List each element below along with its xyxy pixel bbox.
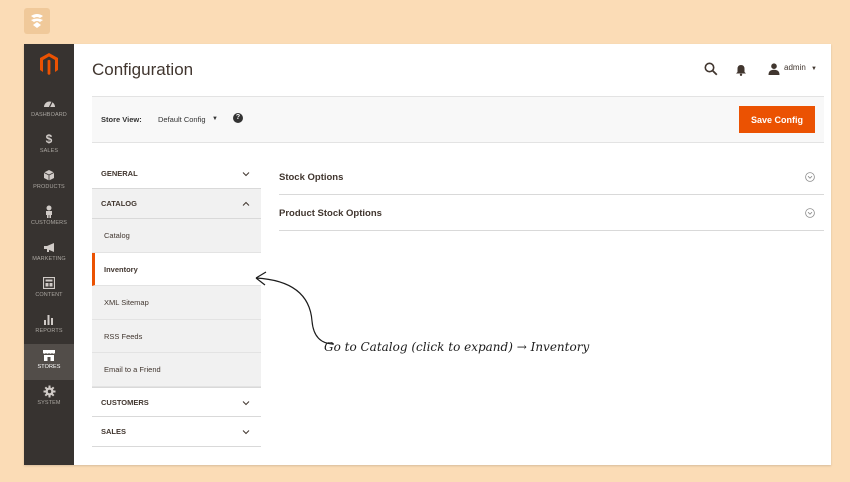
nav-label: CONTENT	[35, 292, 63, 298]
chevron-up-icon	[242, 201, 250, 206]
nav-label: DASHBOARD	[31, 112, 67, 118]
nav-label: REPORTS	[35, 328, 63, 334]
expand-circle-icon	[805, 208, 815, 218]
section-title: Product Stock Options	[279, 208, 382, 219]
store-view-select[interactable]: Default Config	[158, 115, 206, 124]
nav-label: PRODUCTS	[33, 184, 65, 190]
tree-group-label: CATALOG	[101, 199, 137, 208]
bar-chart-icon	[42, 312, 56, 326]
box-icon	[42, 168, 56, 182]
store-view-bar: Store View: Default Config ▼ ? Save Conf…	[92, 96, 824, 143]
store-view-label: Store View:	[101, 115, 142, 124]
tree-group-customers[interactable]: CUSTOMERS	[92, 386, 261, 417]
tree-group-general[interactable]: GENERAL	[92, 159, 261, 189]
admin-window: DASHBOARD $ SALES PRODUCTS CUSTOMERS MAR…	[24, 44, 831, 465]
nav-item-system[interactable]: SYSTEM	[24, 380, 74, 416]
caret-down-icon[interactable]: ▼	[212, 116, 218, 122]
tree-item-label: XML Sitemap	[104, 298, 149, 307]
help-icon[interactable]: ?	[233, 113, 243, 123]
nav-item-stores[interactable]: STORES	[24, 344, 74, 380]
tree-item-catalog[interactable]: Catalog	[92, 219, 261, 253]
chevron-down-icon	[242, 400, 250, 405]
tree-group-label: SALES	[101, 426, 127, 436]
site-logo-icon	[24, 8, 50, 34]
user-icon[interactable]	[768, 62, 780, 75]
nav-item-marketing[interactable]: MARKETING	[24, 236, 74, 272]
tree-item-rss-feeds[interactable]: RSS Feeds	[92, 320, 261, 353]
layout-icon	[42, 276, 56, 290]
page-title: Configuration	[92, 60, 194, 79]
nav-label: SALES	[39, 148, 59, 154]
config-tree: GENERAL CATALOG Catalog Inventory XML Si…	[92, 159, 261, 447]
tree-item-label: RSS Feeds	[104, 331, 143, 341]
nav-item-content[interactable]: CONTENT	[24, 272, 74, 308]
tree-item-inventory[interactable]: Inventory	[92, 252, 261, 286]
chevron-down-icon	[242, 429, 250, 434]
section-product-stock-options[interactable]: Product Stock Options	[279, 195, 824, 231]
gear-icon	[42, 384, 56, 398]
expand-circle-icon	[805, 172, 815, 182]
nav-label: MARKETING	[32, 256, 66, 262]
section-title: Stock Options	[279, 172, 344, 183]
nav-item-dashboard[interactable]: DASHBOARD	[24, 92, 74, 128]
save-config-button[interactable]: Save Config	[739, 106, 815, 133]
nav-label: CUSTOMERS	[31, 220, 67, 226]
nav-item-customers[interactable]: CUSTOMERS	[24, 200, 74, 236]
tree-group-label: GENERAL	[101, 169, 138, 178]
person-icon	[42, 204, 56, 218]
tree-group-sales[interactable]: SALES	[92, 416, 261, 447]
store-icon	[42, 348, 56, 362]
tree-group-label: CUSTOMERS	[101, 397, 149, 407]
admin-user-menu[interactable]: admin	[784, 63, 806, 72]
nav-item-sales[interactable]: $ SALES	[24, 128, 74, 164]
bell-icon[interactable]	[735, 63, 747, 76]
chevron-down-icon	[242, 172, 250, 177]
annotation-text: Go to Catalog (click to expand) → Invent…	[324, 340, 590, 354]
megaphone-icon	[42, 240, 56, 254]
magento-logo-icon[interactable]	[24, 44, 74, 84]
nav-item-reports[interactable]: REPORTS	[24, 308, 74, 344]
dashboard-icon	[42, 96, 56, 110]
admin-sidebar: DASHBOARD $ SALES PRODUCTS CUSTOMERS MAR…	[24, 44, 74, 465]
tree-item-email-to-a-friend[interactable]: Email to a Friend	[92, 353, 261, 387]
section-stock-options[interactable]: Stock Options	[279, 159, 824, 195]
tree-group-catalog[interactable]: CATALOG	[92, 189, 261, 219]
nav-label: SYSTEM	[37, 400, 61, 406]
tree-item-label: Email to a Friend	[104, 365, 161, 374]
catalog-submenu: Catalog Inventory XML Sitemap RSS Feeds …	[92, 219, 261, 387]
dollar-icon: $	[45, 132, 53, 146]
nav-label: STORES	[37, 364, 61, 370]
nav-item-products[interactable]: PRODUCTS	[24, 164, 74, 200]
tree-item-label: Inventory	[104, 264, 138, 274]
tree-item-xml-sitemap[interactable]: XML Sitemap	[92, 286, 261, 320]
caret-down-icon[interactable]: ▼	[811, 66, 817, 72]
tree-item-label: Catalog	[104, 231, 130, 240]
search-icon[interactable]	[704, 62, 718, 76]
